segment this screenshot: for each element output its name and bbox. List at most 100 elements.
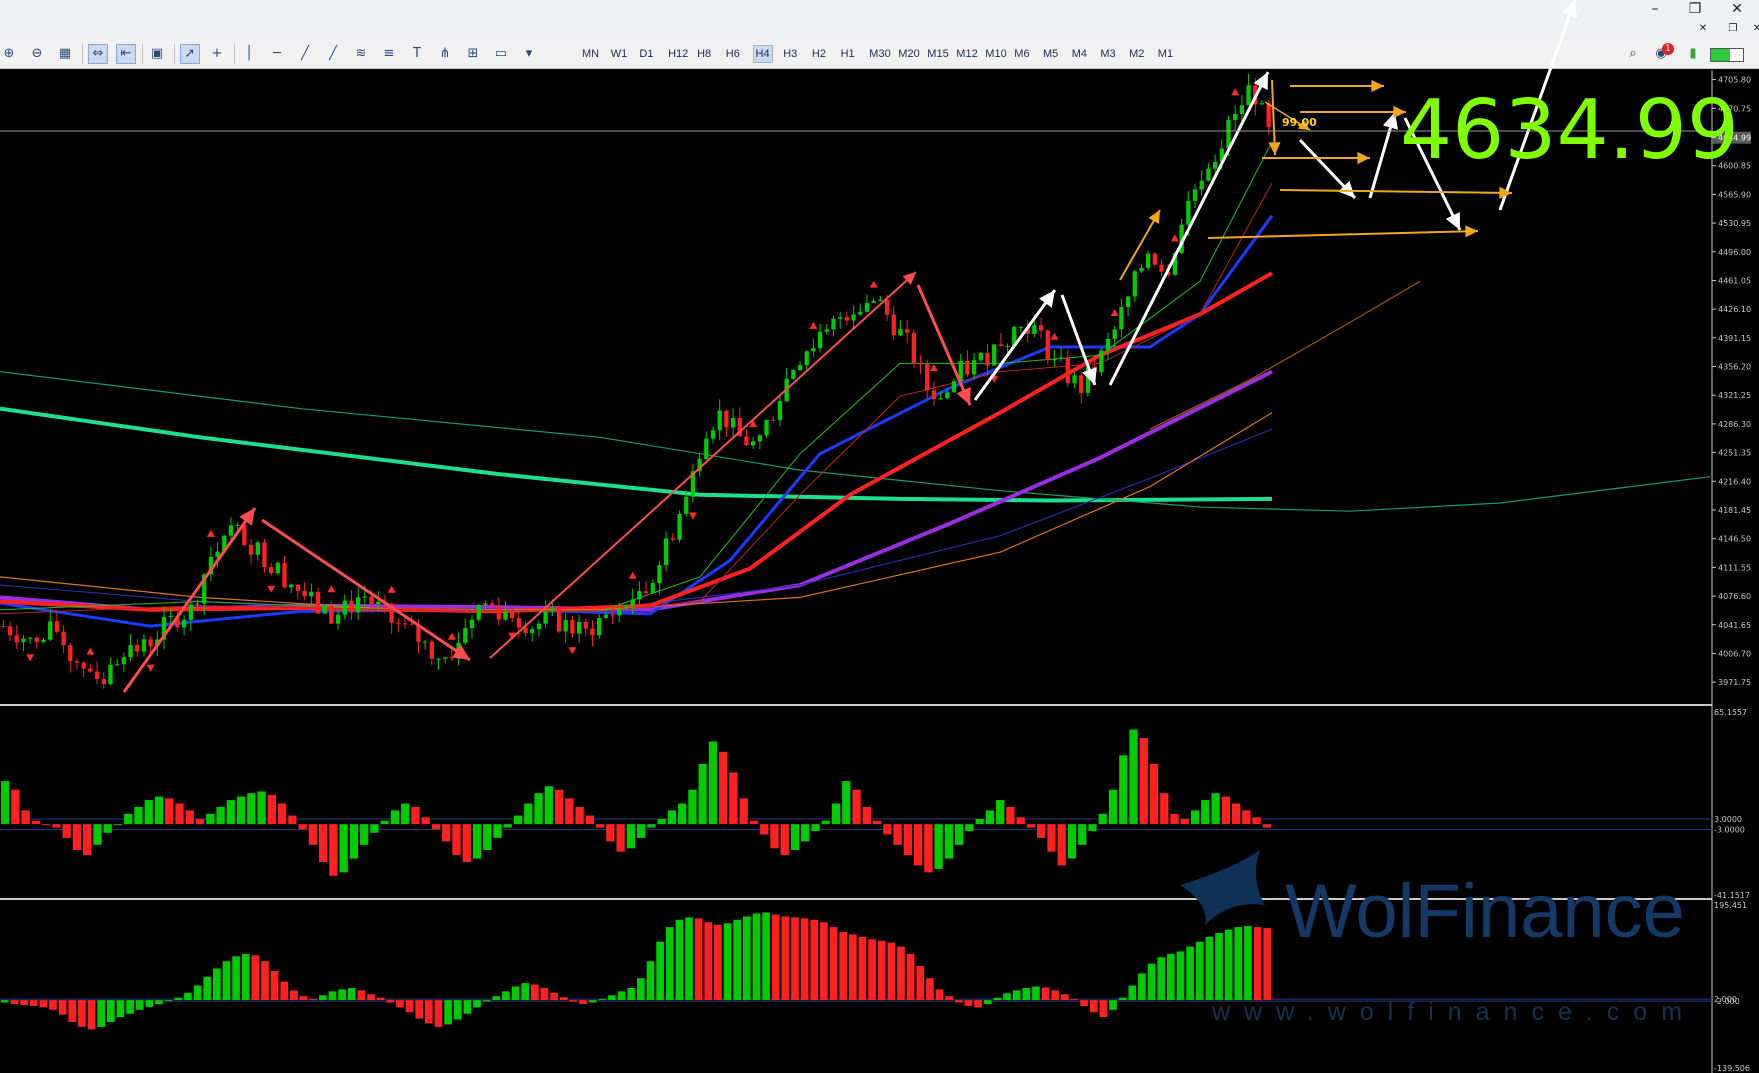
candle-body	[81, 662, 86, 669]
histogram-bar	[1234, 927, 1243, 1001]
candle-body	[938, 398, 943, 400]
candle-body	[1266, 103, 1271, 127]
candle-body	[777, 401, 783, 421]
wolf-logo-icon	[1180, 850, 1265, 925]
histogram-bar	[800, 918, 809, 1001]
histogram-bar	[280, 981, 289, 1001]
histogram-bar	[370, 824, 379, 833]
histogram-bar	[49, 1000, 57, 1010]
histogram-bar	[87, 1000, 96, 1030]
candle-body	[1206, 168, 1211, 181]
price-tick-label: 4041.65	[1718, 621, 1751, 630]
candle-body	[663, 538, 669, 566]
histogram-bar	[206, 813, 215, 825]
histogram-bar	[52, 824, 61, 828]
histogram-bar	[452, 824, 461, 856]
histogram-bar	[1201, 800, 1210, 825]
histogram-bar	[1037, 824, 1046, 838]
candle-body	[864, 302, 870, 312]
histogram-bar	[544, 786, 553, 825]
histogram-bar	[78, 1000, 86, 1027]
histogram-bar	[165, 798, 174, 825]
candle-body	[965, 360, 970, 375]
histogram-bar	[396, 1000, 404, 1008]
histogram-bar	[955, 824, 964, 845]
histogram-bar	[29, 1000, 38, 1006]
candle-body	[295, 584, 301, 591]
candle-body	[422, 641, 428, 643]
price-tick-label: 4076.60	[1718, 592, 1751, 601]
histogram-bar	[762, 912, 770, 1001]
histogram-bar	[534, 793, 543, 825]
histogram-bar	[367, 994, 375, 1001]
candle-body	[971, 360, 977, 375]
histogram-bar	[257, 791, 266, 825]
histogram-bar	[513, 815, 523, 825]
histogram-bar	[839, 931, 847, 1001]
histogram-bar	[637, 978, 645, 1001]
histogram-bar	[145, 1000, 154, 1007]
histogram-bar	[442, 824, 451, 842]
histogram-bar	[723, 923, 732, 1001]
osc1-tick-label: 3.0000	[1714, 815, 1742, 824]
candle-body	[128, 645, 133, 658]
histogram-bar	[588, 1000, 597, 1003]
candle-body	[409, 623, 414, 625]
candle-body	[563, 620, 568, 632]
candle-body	[7, 626, 13, 636]
histogram-bar	[232, 956, 240, 1001]
price-tick-label: 4321.25	[1718, 391, 1751, 400]
candle-body	[335, 614, 341, 624]
candle-body	[356, 597, 361, 613]
candle-body	[61, 631, 66, 646]
candle-body	[550, 608, 555, 612]
watermark-url: www.wolfinance.com	[1211, 998, 1696, 1026]
arrow-white-up-4-head	[1562, 0, 1577, 18]
candle-body	[429, 641, 434, 659]
histogram-bar	[175, 803, 184, 825]
histogram-bar	[216, 806, 225, 825]
histogram-bar	[360, 824, 369, 845]
candle-body	[597, 617, 602, 636]
histogram-bar	[965, 824, 974, 832]
candle-body	[811, 348, 816, 352]
histogram-bar	[1016, 817, 1025, 825]
candle-body	[483, 603, 488, 605]
histogram-bar	[1088, 824, 1097, 832]
osc2-tick-label: 195.451	[1714, 901, 1747, 910]
histogram-bar	[821, 820, 830, 825]
candle-body	[141, 639, 147, 652]
histogram-bar	[401, 803, 410, 825]
histogram-bar	[511, 986, 520, 1001]
price-tick-label: 4461.05	[1718, 276, 1751, 285]
candle-body	[603, 614, 609, 618]
histogram-bar	[916, 966, 925, 1001]
candle-body	[657, 565, 662, 584]
histogram-bar	[347, 987, 356, 1001]
histogram-bar	[155, 1000, 163, 1005]
candle-body	[945, 392, 950, 399]
chart-canvas[interactable]: WolFinance www.wolfinance.com 4705.80467…	[0, 0, 1759, 1073]
candle-body	[817, 331, 823, 349]
candle-body	[108, 664, 113, 684]
histogram-bar	[1109, 1000, 1117, 1010]
price-tick-label: 3971.75	[1718, 678, 1751, 687]
candle-body	[771, 419, 776, 421]
candle-body	[369, 596, 374, 604]
candle-body	[1186, 200, 1191, 225]
candle-body	[1058, 357, 1064, 359]
price-tick-label: 4426.10	[1718, 305, 1751, 314]
histogram-bar	[704, 922, 713, 1001]
candle-body	[751, 441, 756, 446]
price-axis: 4705.804670.754634.994600.854565.904530.…	[1712, 76, 1751, 1073]
histogram-bar	[270, 970, 279, 1001]
histogram-bar	[575, 806, 584, 825]
histogram-bar	[503, 824, 512, 828]
histogram-bar	[743, 916, 751, 1001]
histogram-bar	[298, 824, 307, 830]
histogram-bar	[1176, 951, 1185, 1001]
price-tick-label: 4356.20	[1718, 363, 1751, 372]
osc1-tick-label: 65.1557	[1714, 708, 1747, 717]
histogram-bar	[1215, 932, 1223, 1001]
histogram-bar	[617, 991, 626, 1001]
